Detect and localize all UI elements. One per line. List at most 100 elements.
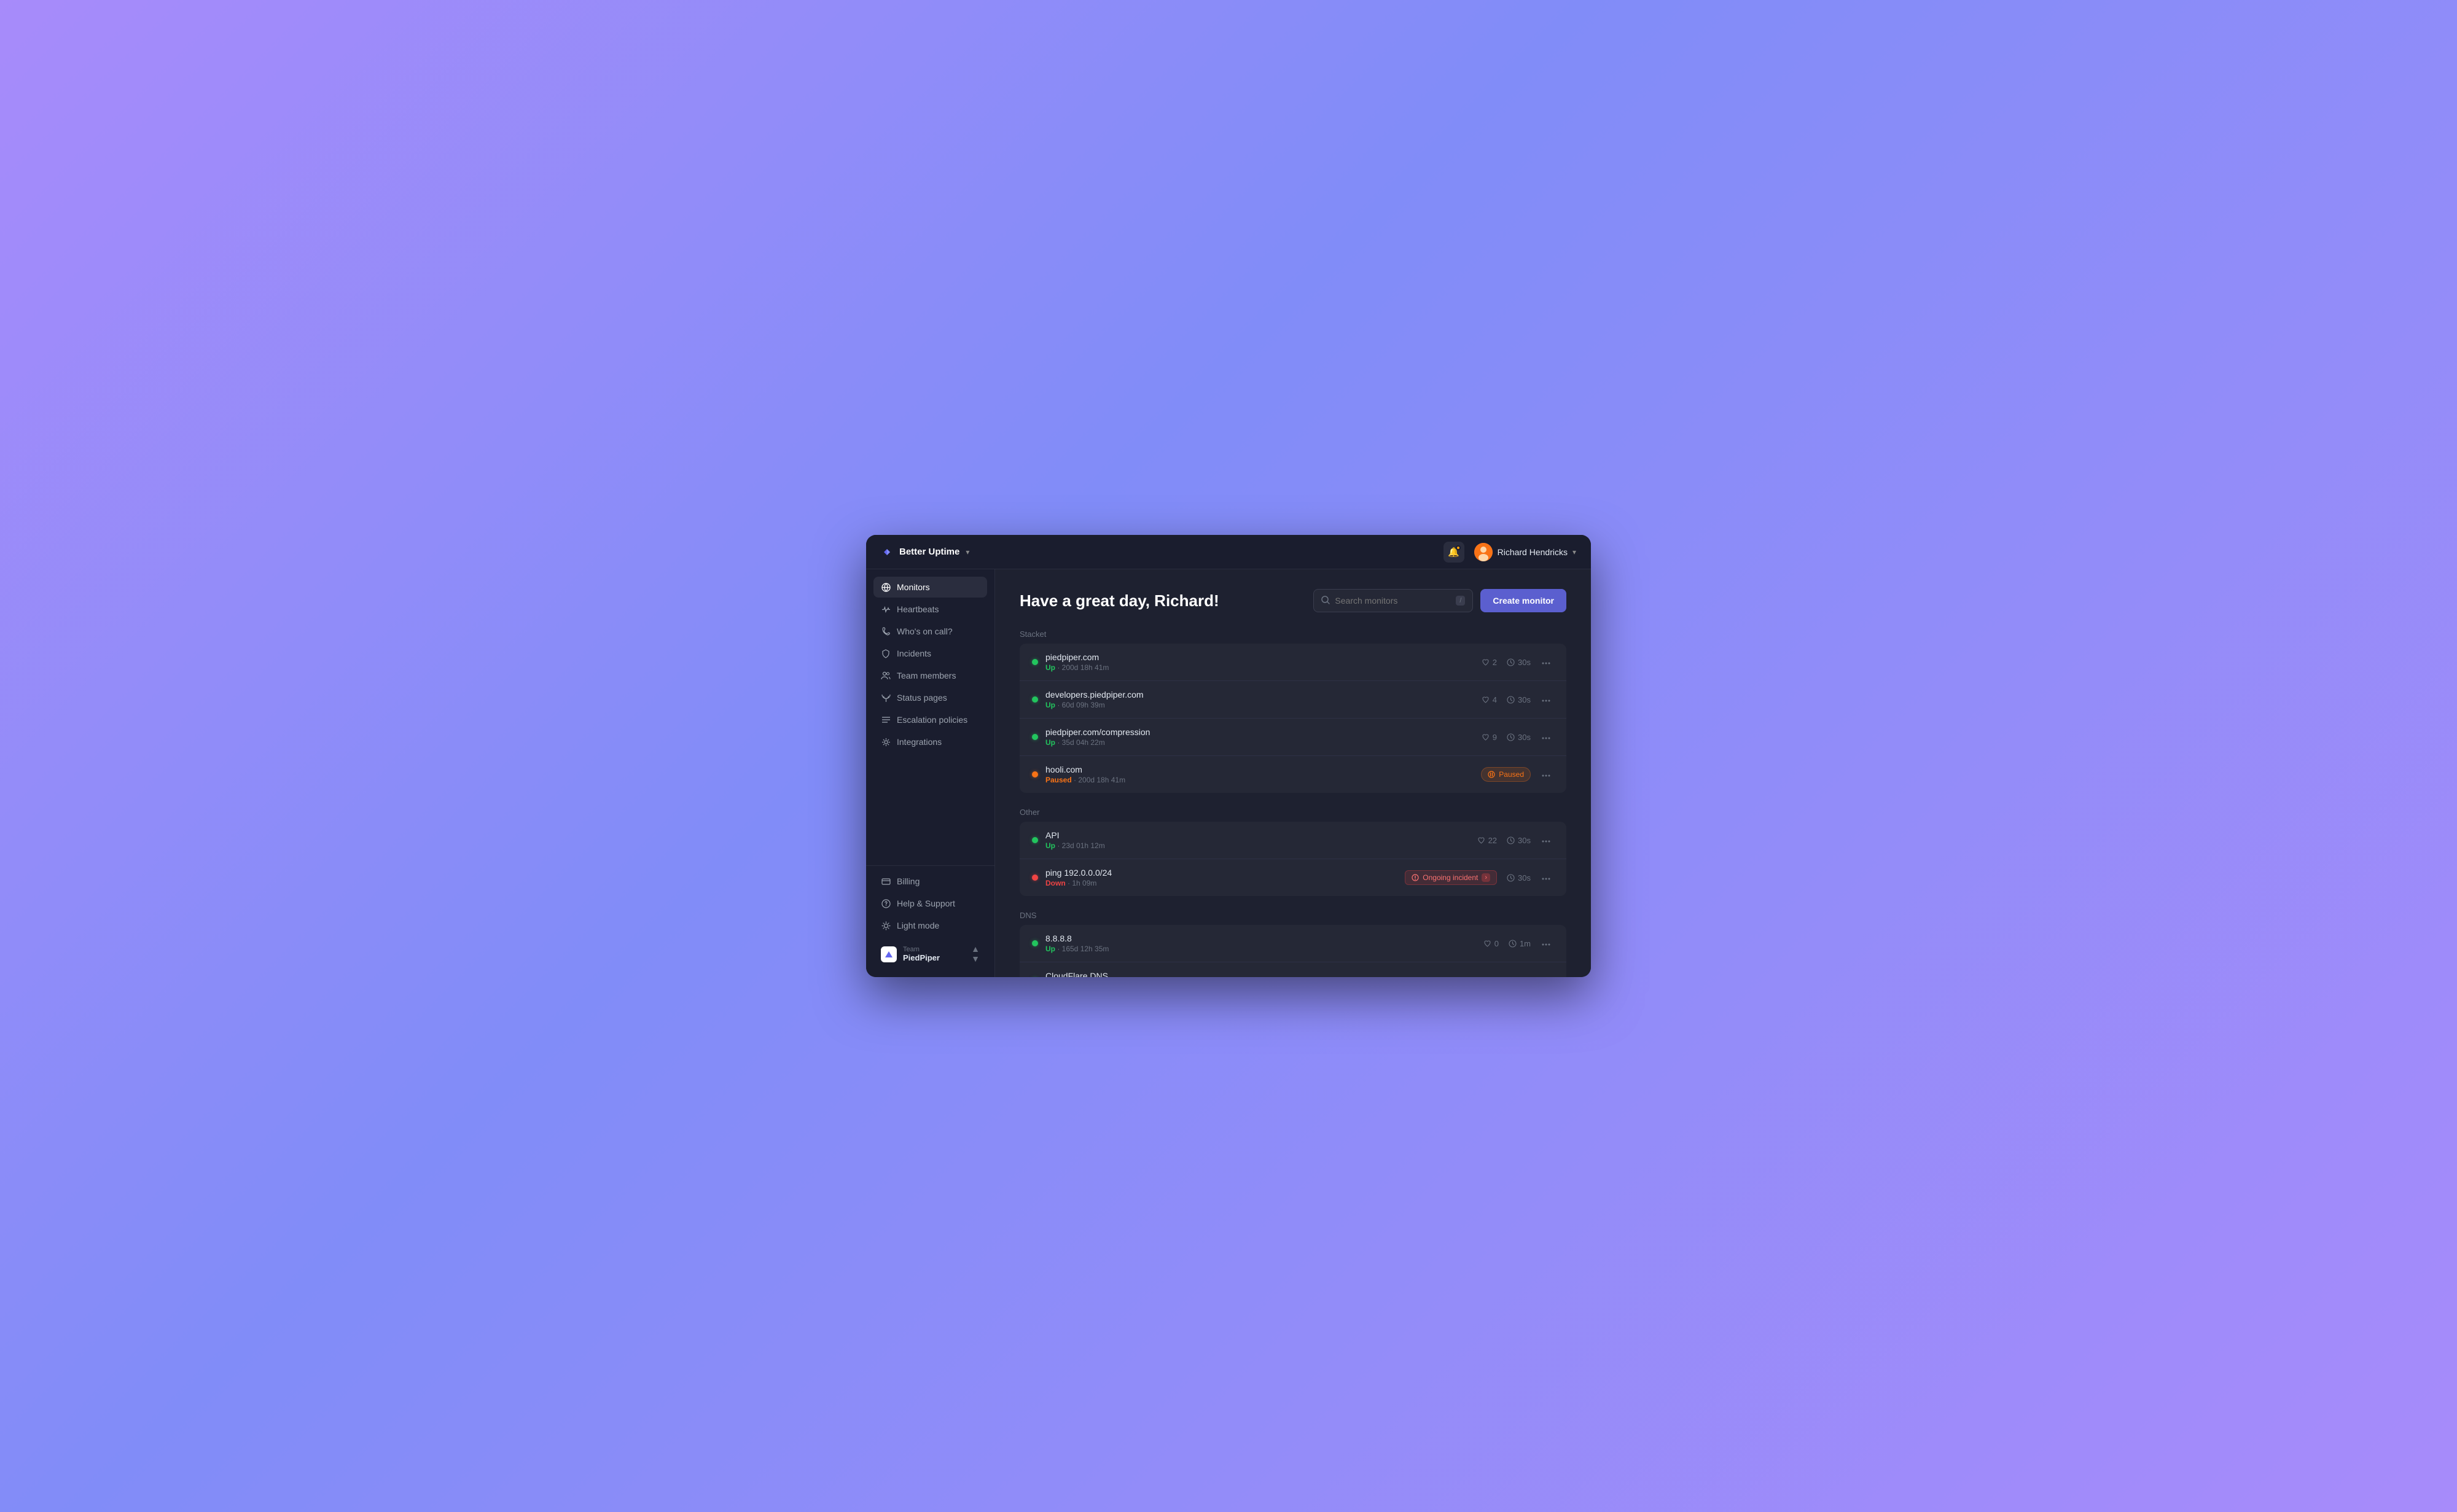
interval-meta: 1m [1509, 976, 1531, 978]
monitor-name: piedpiper.com/compression [1045, 727, 1474, 737]
monitor-status: Up · 23d 01h 12m [1045, 841, 1470, 850]
group-label: Stacket [1020, 629, 1566, 639]
monitor-name: piedpiper.com [1045, 652, 1474, 662]
status-dot [1032, 696, 1038, 703]
search-input[interactable] [1335, 596, 1451, 606]
team-info: Team PiedPiper [903, 946, 965, 962]
sidebar-item-status-pages[interactable]: Status pages [873, 687, 987, 708]
more-options-button[interactable] [1538, 870, 1554, 886]
sidebar-item-monitors[interactable]: Monitors [873, 577, 987, 598]
sidebar-item-heartbeats[interactable]: Heartbeats [873, 599, 987, 620]
monitor-row[interactable]: CloudFlare DNSUp · 200d 18h 41m01m [1020, 962, 1566, 977]
monitor-row[interactable]: hooli.comPaused · 200d 18h 41mPaused [1020, 756, 1566, 793]
hearts-meta: 4 [1482, 695, 1497, 704]
more-options-button[interactable] [1538, 935, 1554, 951]
app-window: Better Uptime ▾ 🔔 Richard Hendricks ▾ [866, 535, 1591, 977]
escalation-icon [881, 715, 891, 725]
interval-meta: 30s [1507, 658, 1531, 667]
clock-icon [1507, 658, 1515, 666]
monitor-info: hooli.comPaused · 200d 18h 41m [1045, 765, 1474, 784]
search-icon [1321, 596, 1330, 606]
monitor-list: piedpiper.comUp · 200d 18h 41m 2 30s develo… [1020, 644, 1566, 793]
interval-meta: 30s [1507, 873, 1531, 883]
search-box: / [1313, 589, 1473, 612]
hearts-meta: 2 [1482, 658, 1497, 667]
hearts-meta: 22 [1477, 836, 1497, 845]
sidebar-item-light-mode[interactable]: Light mode [873, 915, 987, 936]
create-monitor-button[interactable]: Create monitor [1480, 589, 1566, 612]
status-text: Up [1045, 841, 1055, 850]
monitor-status: Down · 1h 09m [1045, 879, 1397, 887]
heartbeat-icon [881, 604, 891, 614]
logo-area[interactable]: Better Uptime ▾ [881, 545, 969, 559]
more-options-button[interactable] [1538, 692, 1554, 707]
incident-badge[interactable]: Ongoing incident› [1405, 870, 1497, 885]
clock-icon [1509, 977, 1517, 978]
heart-icon [1482, 696, 1490, 704]
monitor-row[interactable]: piedpiper.comUp · 200d 18h 41m 2 30s [1020, 644, 1566, 681]
nav-section: Monitors Heartbeats Who's on call? [866, 577, 994, 860]
uptime-duration: · 35d 04h 22m [1055, 738, 1105, 747]
pause-icon [1488, 771, 1495, 778]
monitor-name: ping 192.0.0.0/24 [1045, 868, 1397, 878]
monitor-row[interactable]: 8.8.8.8Up · 165d 12h 35m 0 1m [1020, 925, 1566, 962]
more-options-button[interactable] [1538, 654, 1554, 670]
sidebar-item-escalation-policies[interactable]: Escalation policies [873, 709, 987, 730]
monitor-row[interactable]: ping 192.0.0.0/24Down · 1h 09m Ongoing in… [1020, 859, 1566, 896]
logo-chevron: ▾ [966, 548, 969, 556]
monitor-meta: Ongoing incident› 30s [1405, 870, 1531, 885]
sidebar-item-help-support[interactable]: Help & Support [873, 893, 987, 914]
sidebar-item-help-support-label: Help & Support [897, 898, 955, 908]
sidebar-item-incidents[interactable]: Incidents [873, 643, 987, 664]
notification-dot [1456, 545, 1461, 550]
monitor-name: developers.piedpiper.com [1045, 690, 1474, 699]
status-dot [1032, 940, 1038, 946]
sidebar-item-billing[interactable]: Billing [873, 871, 987, 892]
team-name: PiedPiper [903, 953, 965, 962]
sidebar-item-team-members[interactable]: Team members [873, 665, 987, 686]
interval-text: 1m [1520, 976, 1531, 978]
shield-icon [881, 649, 891, 658]
sidebar-item-whos-on-call[interactable]: Who's on call? [873, 621, 987, 642]
heart-count: 0 [1494, 939, 1499, 948]
more-options-button[interactable] [1538, 766, 1554, 782]
team-area[interactable]: Team PiedPiper ▲ ▼ [873, 938, 987, 970]
more-options-button[interactable] [1538, 832, 1554, 848]
gear-icon [881, 737, 891, 747]
monitor-row[interactable]: APIUp · 23d 01h 12m2230s [1020, 822, 1566, 859]
clock-icon [1509, 940, 1517, 948]
monitor-row[interactable]: piedpiper.com/compressionUp · 35d 04h 22… [1020, 719, 1566, 756]
user-menu-button[interactable]: Richard Hendricks ▾ [1474, 543, 1576, 561]
heart-count: 0 [1494, 976, 1499, 978]
sidebar-item-integrations-label: Integrations [897, 737, 942, 747]
monitor-info: piedpiper.comUp · 200d 18h 41m [1045, 652, 1474, 672]
interval-text: 30s [1518, 733, 1531, 742]
notification-button[interactable]: 🔔 [1443, 542, 1464, 563]
sidebar-item-escalation-policies-label: Escalation policies [897, 715, 967, 725]
more-options-button[interactable] [1538, 973, 1554, 977]
monitor-meta: 2 30s [1482, 658, 1531, 667]
team-icon [881, 671, 891, 680]
monitor-row[interactable]: developers.piedpiper.com Up · 60d 09h 39m… [1020, 681, 1566, 719]
monitor-group-stacket: Stacket piedpiper.comUp · 200d 18h 41m 2 30… [1020, 629, 1566, 793]
incident-icon [1412, 874, 1419, 881]
billing-icon [881, 876, 891, 886]
interval-text: 30s [1518, 658, 1531, 667]
monitor-status: Up · 60d 09h 39m [1045, 701, 1474, 709]
sun-icon [881, 921, 891, 930]
monitor-status: Up · 35d 04h 22m [1045, 738, 1474, 747]
sidebar-item-light-mode-label: Light mode [897, 921, 939, 930]
clock-icon [1507, 874, 1515, 882]
interval-text: 1m [1520, 939, 1531, 948]
more-options-button[interactable] [1538, 729, 1554, 745]
monitor-status: Up · 165d 12h 35m [1045, 945, 1476, 953]
team-avatar [881, 946, 897, 962]
heart-count: 2 [1493, 658, 1497, 667]
monitor-group-other: OtherAPIUp · 23d 01h 12m2230sping 192.0.… [1020, 808, 1566, 896]
status-dot [1032, 771, 1038, 777]
monitor-info: 8.8.8.8Up · 165d 12h 35m [1045, 933, 1476, 953]
main-layout: Monitors Heartbeats Who's on call? [866, 569, 1591, 977]
sidebar-item-integrations[interactable]: Integrations [873, 731, 987, 752]
monitor-meta: 0 1m [1483, 976, 1531, 978]
status-text: Paused [1045, 776, 1072, 784]
